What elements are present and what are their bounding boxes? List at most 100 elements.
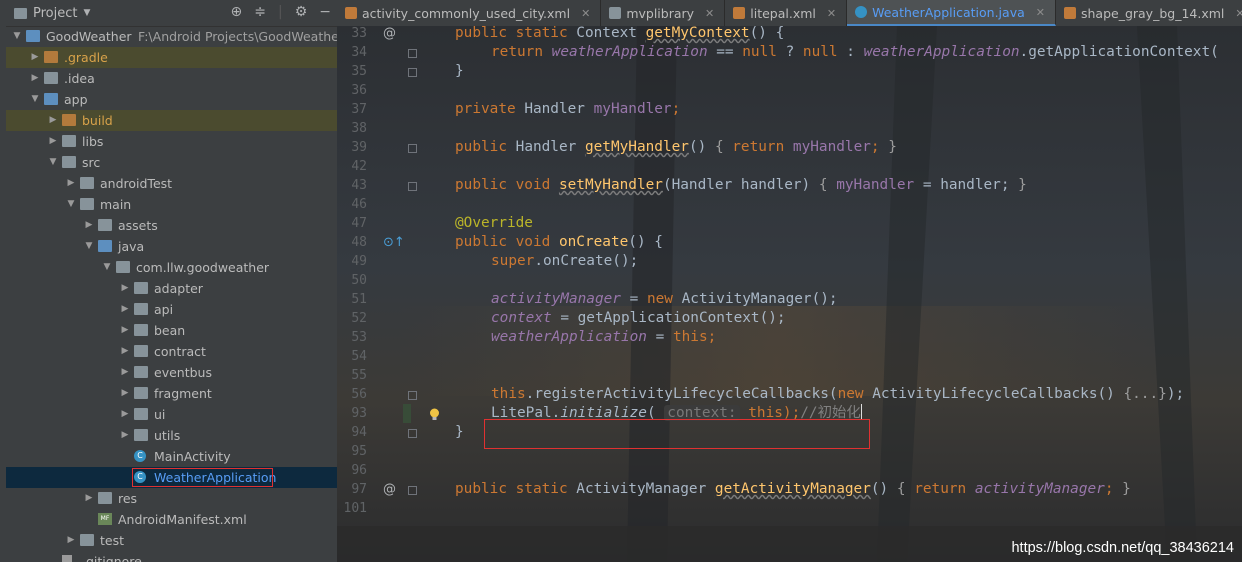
code-line[interactable]: public static ActivityManager getActivit… <box>455 480 1242 499</box>
vcs-change-marker[interactable] <box>403 404 411 423</box>
code-line[interactable]: public void onCreate() { <box>455 233 1242 252</box>
tree-item-label: androidTest <box>100 176 173 191</box>
close-icon[interactable]: ✕ <box>705 7 714 20</box>
code-line[interactable]: } <box>455 62 1242 81</box>
tree-item[interactable]: ▼ com.llw.goodweather <box>6 257 337 278</box>
code-line[interactable]: public Handler getMyHandler() { return m… <box>455 138 1242 157</box>
editor-tab[interactable]: activity_commonly_used_city.xml ✕ <box>337 0 602 26</box>
expand-right-icon[interactable]: ▶ <box>66 530 76 551</box>
tree-item[interactable]: ▶ .gradle <box>6 47 337 68</box>
tree-item[interactable]: C WeatherApplication <box>6 467 337 488</box>
override-method-icon[interactable]: ⊙↑ <box>383 233 405 252</box>
tree-item[interactable]: MF AndroidManifest.xml <box>6 509 337 530</box>
expand-right-icon[interactable]: ▶ <box>66 173 76 194</box>
expand-right-icon[interactable]: ▶ <box>120 425 130 446</box>
at-override-icon[interactable]: @ <box>383 480 396 499</box>
expand-down-icon[interactable]: ▼ <box>12 26 22 47</box>
tab-label: shape_gray_bg_14.xml <box>1080 5 1225 21</box>
tree-item[interactable]: ▶ contract <box>6 341 337 362</box>
code-token: super <box>491 253 535 269</box>
code-line[interactable]: @Override <box>455 214 1242 233</box>
gear-icon[interactable]: ⚙ <box>295 4 308 20</box>
code-line[interactable]: context = getApplicationContext(); <box>455 309 1242 328</box>
tree-item[interactable]: ▶ test <box>6 530 337 551</box>
editor-tab[interactable]: shape_gray_bg_14.xml ✕ <box>1056 0 1242 26</box>
tree-item[interactable]: ▶ androidTest <box>6 173 337 194</box>
expand-right-icon[interactable]: ▶ <box>120 341 130 362</box>
fold-icon[interactable] <box>408 144 417 153</box>
expand-right-icon[interactable]: ▶ <box>120 362 130 383</box>
tree-item[interactable]: ▶ bean <box>6 320 337 341</box>
close-icon[interactable]: ✕ <box>1235 7 1242 20</box>
tree-item[interactable]: ▶ build <box>6 110 337 131</box>
at-override-icon[interactable]: @ <box>383 26 396 43</box>
close-icon[interactable]: ✕ <box>827 7 836 20</box>
tree-item[interactable]: ▶ assets <box>6 215 337 236</box>
expand-right-icon[interactable]: ▶ <box>120 278 130 299</box>
code-line[interactable]: private Handler myHandler; <box>455 100 1242 119</box>
tree-item[interactable]: ▼ main <box>6 194 337 215</box>
tree-item[interactable]: ▼ GoodWeather F:\Android Projects\GoodWeat… <box>6 26 337 47</box>
tree-item[interactable]: .gitignore <box>6 551 337 562</box>
collapse-all-icon[interactable]: ≑ <box>254 4 266 20</box>
code-token: { <box>896 481 915 497</box>
tree-item[interactable]: ▼ app <box>6 89 337 110</box>
tree-item[interactable]: ▶ adapter <box>6 278 337 299</box>
close-icon[interactable]: ✕ <box>581 7 590 20</box>
expand-right-icon[interactable]: ▶ <box>84 488 94 509</box>
expand-down-icon[interactable]: ▼ <box>48 152 58 173</box>
tree-item[interactable]: ▶ api <box>6 299 337 320</box>
fold-icon[interactable] <box>408 68 417 77</box>
tree-item[interactable]: ▶ libs <box>6 131 337 152</box>
tree-item-label: main <box>100 197 132 212</box>
code-line[interactable]: super.onCreate(); <box>455 252 1242 271</box>
tree-item[interactable]: C MainActivity <box>6 446 337 467</box>
code-line[interactable]: public void setMyHandler(Handler handler… <box>455 176 1242 195</box>
expand-right-icon[interactable]: ▶ <box>48 110 58 131</box>
editor-tab[interactable]: mvplibrary ✕ <box>601 0 726 26</box>
line-number: 97 <box>351 482 367 497</box>
tree-item[interactable]: ▶ res <box>6 488 337 509</box>
expand-right-icon[interactable]: ▶ <box>120 320 130 341</box>
package-icon <box>134 429 148 441</box>
tree-item[interactable]: ▼ java <box>6 236 337 257</box>
expand-right-icon[interactable]: ▶ <box>120 383 130 404</box>
code-line[interactable]: public static Context getMyContext() { <box>455 26 1242 43</box>
expand-right-icon[interactable]: ▶ <box>120 299 130 320</box>
fold-icon[interactable] <box>408 486 417 495</box>
xml-file-icon <box>345 7 357 19</box>
tree-item[interactable]: ▶ utils <box>6 425 337 446</box>
expand-right-icon[interactable]: ▶ <box>48 131 58 152</box>
tree-item[interactable]: ▶ fragment <box>6 383 337 404</box>
code-editor[interactable]: 33 34 35 36 37 38 39 42 43 46 47 48 49 50 51 52 53 54 55 56… <box>337 26 1242 562</box>
editor-tab[interactable]: WeatherApplication.java ✕ <box>847 0 1056 26</box>
tree-item[interactable]: ▶ ui <box>6 404 337 425</box>
code-line[interactable]: weatherApplication = this; <box>455 328 1242 347</box>
code-line[interactable]: this.registerActivityLifecycleCallbacks(… <box>455 385 1242 404</box>
tree-item[interactable]: ▶ eventbus <box>6 362 337 383</box>
code-line[interactable]: return weatherApplication == null ? null… <box>455 43 1242 62</box>
project-view-selector[interactable]: Project ▼ <box>14 6 90 21</box>
expand-down-icon[interactable]: ▼ <box>84 236 94 257</box>
tree-item[interactable]: ▶ .idea <box>6 68 337 89</box>
locate-icon[interactable]: ⊕ <box>231 4 243 20</box>
chevron-down-icon: ▼ <box>83 8 91 18</box>
expand-down-icon[interactable]: ▼ <box>66 194 76 215</box>
code-line[interactable]: activityManager = new ActivityManager(); <box>455 290 1242 309</box>
fold-icon[interactable] <box>408 49 417 58</box>
editor-gutter[interactable]: 33 34 35 36 37 38 39 42 43 46 47 48 49 50 51 52 53 54 55 56… <box>337 26 439 562</box>
expand-down-icon[interactable]: ▼ <box>102 257 112 278</box>
minimize-icon[interactable]: − <box>319 4 331 20</box>
expand-right-icon[interactable]: ▶ <box>30 47 40 68</box>
fold-icon[interactable] <box>408 429 417 438</box>
expand-down-icon[interactable]: ▼ <box>30 89 40 110</box>
fold-icon[interactable] <box>408 182 417 191</box>
lightbulb-icon[interactable] <box>429 406 440 420</box>
fold-icon[interactable] <box>408 391 417 400</box>
expand-right-icon[interactable]: ▶ <box>120 404 130 425</box>
close-icon[interactable]: ✕ <box>1036 6 1045 19</box>
tree-item[interactable]: ▼ src <box>6 152 337 173</box>
expand-right-icon[interactable]: ▶ <box>30 68 40 89</box>
editor-tab[interactable]: litepal.xml ✕ <box>725 0 848 26</box>
expand-right-icon[interactable]: ▶ <box>84 215 94 236</box>
